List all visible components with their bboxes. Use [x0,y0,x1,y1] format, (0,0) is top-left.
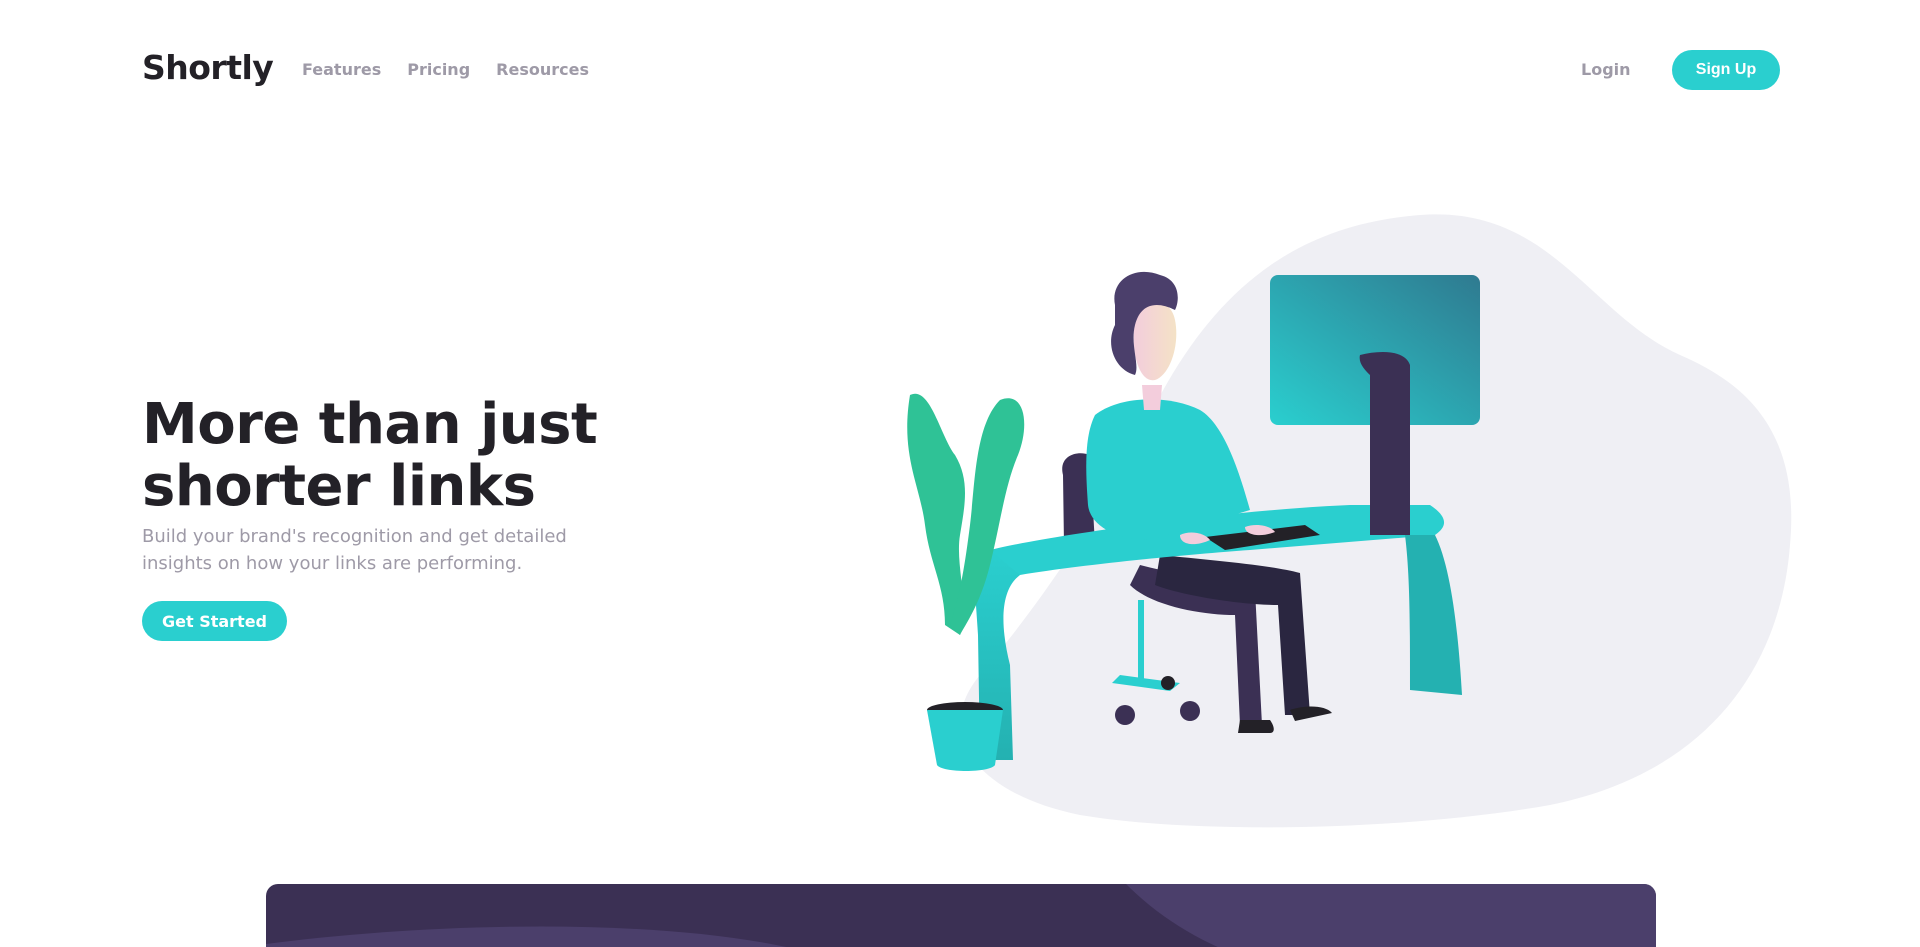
shorten-panel [266,884,1656,947]
shoe [1238,720,1274,733]
nav-resources[interactable]: Resources [496,60,589,79]
chair-wheel [1115,705,1135,725]
hero-subtitle: Build your brand's recognition and get d… [142,526,567,574]
shorten-panel-background [266,884,1656,947]
chair-pole [1138,600,1144,680]
chair-wheel [1161,676,1175,690]
hero-title: More than just shorter links [142,392,598,519]
main-nav: Features Pricing Resources [302,60,589,79]
working-person-illustration [907,214,1792,828]
nav-features[interactable]: Features [302,60,381,79]
plant-leaf [907,393,965,635]
get-started-button[interactable]: Get Started [142,601,287,641]
signup-button[interactable]: Sign Up [1672,50,1780,90]
logo[interactable]: Shortly [142,48,274,87]
person-neck [1142,385,1162,410]
login-link[interactable]: Login [1581,60,1631,79]
chair-wheel [1180,701,1200,721]
nav-pricing[interactable]: Pricing [407,60,470,79]
plant-pot [927,710,1003,771]
